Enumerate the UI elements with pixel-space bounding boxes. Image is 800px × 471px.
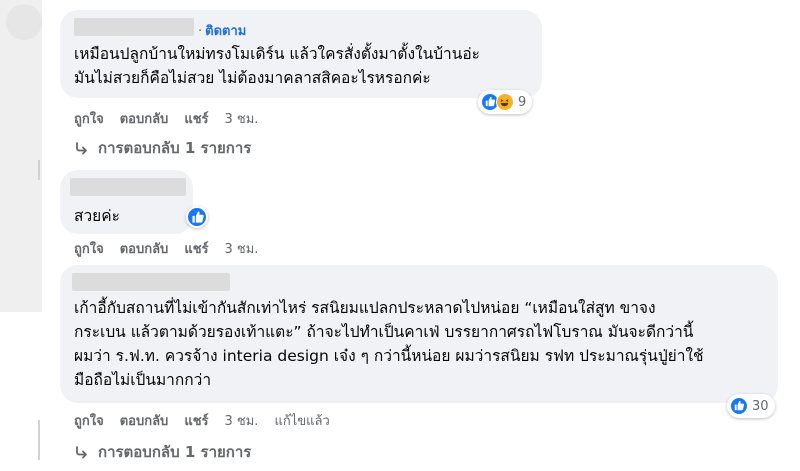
reaction-summary[interactable] [186,206,208,228]
comment-actions: ถูกใจ ตอบกลับ แชร์ 3 ชม. [74,238,258,259]
comment-text-line: มือถือไม่เป็นมากกว่า [74,371,212,389]
reply-button[interactable]: ตอบกลับ [120,108,169,129]
follow-label[interactable]: ติดตาม [205,24,246,39]
avatar[interactable] [6,4,42,40]
edited-label[interactable]: แก้ไขแล้ว [274,410,329,431]
separator-dot: · [198,24,203,39]
reaction-count: 9 [518,94,527,110]
share-button[interactable]: แชร์ [184,238,208,259]
comment-actions: ถูกใจ ตอบกลับ แชร์ 3 ชม. [74,108,258,129]
author-name-redacted[interactable] [70,178,186,196]
timestamp[interactable]: 3 ชม. [225,238,259,259]
reaction-summary[interactable]: 9 [478,90,533,114]
reaction-count: 30 [752,398,769,414]
timestamp[interactable]: 3 ชม. [225,108,259,129]
share-button[interactable]: แชร์ [184,410,208,431]
share-button[interactable]: แชร์ [184,108,208,129]
view-replies-button[interactable]: การตอบกลับ 1 รายการ [74,136,251,160]
like-icon [730,397,748,415]
haha-icon [496,93,514,111]
author-name-redacted[interactable] [74,18,194,36]
comment-text-line: กระเบน แล้วตามด้วยรองเท้าแตะ” ถ้าจะไปทำเ… [74,323,694,341]
like-button[interactable]: ถูกใจ [74,410,104,431]
comment-text-line: เหมือนปลูกบ้านใหม่ทรงโมเดิร์น แล้วใครสั่… [74,45,480,63]
reply-arrow-icon [76,142,87,155]
like-icon [192,211,204,223]
author-name-redacted[interactable] [72,273,230,291]
timestamp[interactable]: 3 ชม. [225,410,259,431]
reply-arrow-icon [76,446,87,459]
comment-text-line: เก้าอี้กับสถานที่ไม่เข้ากันสักเท่าไหร่ ร… [74,299,656,317]
thread-line [38,160,40,180]
replies-label[interactable]: การตอบกลับ 1 รายการ [98,440,251,464]
comment-text-line: ผมว่า ร.ฟ.ท. ควรจ้าง interia design เจ๋ง… [74,347,704,365]
reply-button[interactable]: ตอบกลับ [120,410,169,431]
view-replies-button[interactable]: การตอบกลับ 1 รายการ [74,440,251,464]
thread-line [38,420,40,460]
comment-text-line: สวยค่ะ [74,207,120,225]
avatar-strip [0,0,42,312]
like-button[interactable]: ถูกใจ [74,108,104,129]
reaction-summary[interactable]: 30 [727,394,775,418]
replies-label[interactable]: การตอบกลับ 1 รายการ [98,136,251,160]
comment-text-line: มันไม่สวยก็คือไม่สวย ไม่ต้องมาคลาสสิคอะไ… [74,69,431,87]
follow-link[interactable]: · ติดตาม [198,20,246,41]
comment-actions: ถูกใจ ตอบกลับ แชร์ 3 ชม. แก้ไขแล้ว [74,410,330,431]
like-button[interactable]: ถูกใจ [74,238,104,259]
reply-button[interactable]: ตอบกลับ [120,238,169,259]
